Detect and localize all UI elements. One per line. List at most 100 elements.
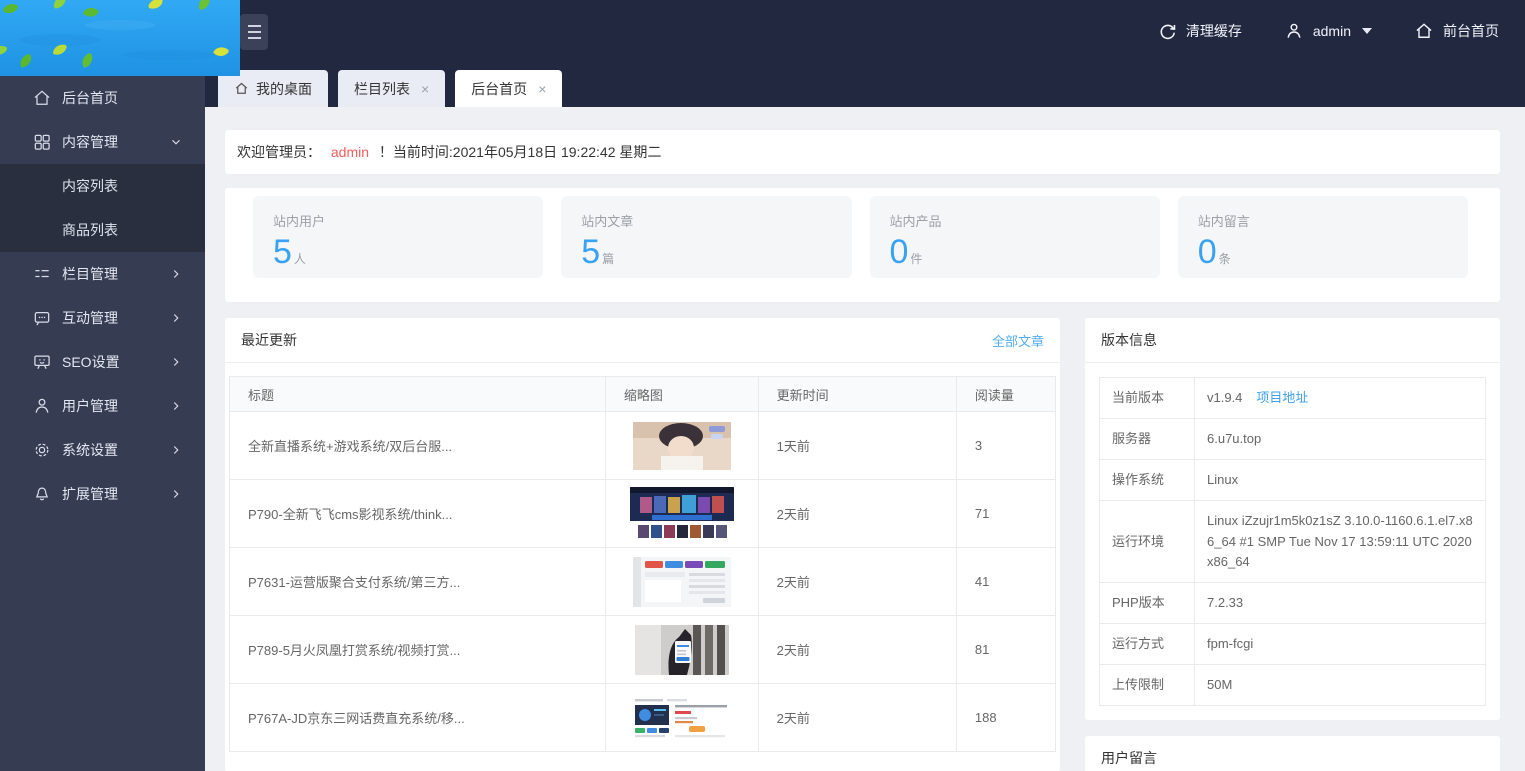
sidebar-item-product-list[interactable]: 商品列表 xyxy=(0,208,205,252)
sidebar-item-settings[interactable]: 系统设置 xyxy=(0,428,205,472)
table-row[interactable]: 全新直播系统+游戏系统/双后台服... xyxy=(230,412,1056,480)
front-home-button[interactable]: 前台首页 xyxy=(1414,21,1499,41)
sidebar-item-content-list[interactable]: 内容列表 xyxy=(0,164,205,208)
table-row[interactable]: P789-5月火凤凰打赏系统/视频打赏... xyxy=(230,616,1056,684)
chevron-right-icon xyxy=(169,311,183,325)
sidebar-item-dashboard[interactable]: 后台首页 xyxy=(0,76,205,120)
sidebar-item-label: 内容列表 xyxy=(62,176,118,196)
tab-backend-home[interactable]: 后台首页 × xyxy=(455,70,562,107)
close-icon[interactable]: × xyxy=(421,82,429,96)
sidebar-item-label: 内容管理 xyxy=(62,132,118,152)
stat-value: 5 xyxy=(273,234,292,271)
article-views: 71 xyxy=(956,480,1055,548)
welcome-username: admin xyxy=(325,144,375,160)
recent-updates-panel: 最近更新 全部文章 标题 缩略图 更新时间 阅读量 全新直播 xyxy=(225,318,1060,771)
article-title: 全新直播系统+游戏系统/双后台服... xyxy=(230,412,606,480)
article-views: 3 xyxy=(956,412,1055,480)
table-row: 运行方式 fpm-fcgi xyxy=(1100,623,1486,664)
sidebar-item-columns[interactable]: 栏目管理 xyxy=(0,252,205,296)
column-header-views: 阅读量 xyxy=(956,377,1055,412)
stat-card-messages: 站内留言 0条 xyxy=(1178,196,1468,278)
stat-card-products: 站内产品 0件 xyxy=(870,196,1160,278)
sidebar-item-label: SEO设置 xyxy=(62,352,120,372)
version-label: 上传限制 xyxy=(1100,665,1195,706)
admin-app: 清理缓存 admin 前台首页 xyxy=(0,0,1525,771)
stat-card-users: 站内用户 5人 xyxy=(253,196,543,278)
version-value: Linux xyxy=(1195,460,1486,501)
sidebar-submenu-content: 内容列表 商品列表 xyxy=(0,164,205,252)
home-icon xyxy=(1414,21,1434,41)
chevron-right-icon xyxy=(169,355,183,369)
table-row: 操作系统 Linux xyxy=(1100,460,1486,501)
article-time: 2天前 xyxy=(758,616,956,684)
sidebar: 后台首页 内容管理 内容列表 商品列表 xyxy=(0,76,205,771)
gear-icon xyxy=(31,439,53,461)
user-messages-panel: 用户留言 xyxy=(1085,736,1500,771)
chevron-down-icon xyxy=(1362,28,1372,34)
thumbnail-image xyxy=(633,422,731,470)
list-icon xyxy=(31,263,53,285)
version-info-table: 当前版本 v1.9.4 项目地址 服务器 6.u7u.top 操作系统 Linux xyxy=(1099,377,1486,706)
welcome-bar: 欢迎管理员： admin ！当前时间:2021年05月18日 19:22:42 … xyxy=(225,130,1500,174)
grid-icon xyxy=(31,131,53,153)
version-label: 当前版本 xyxy=(1100,378,1195,419)
version-label: 服务器 xyxy=(1100,419,1195,460)
site-logo[interactable] xyxy=(0,0,240,76)
tab-label: 后台首页 xyxy=(471,79,527,99)
user-icon xyxy=(31,395,53,417)
article-views: 41 xyxy=(956,548,1055,616)
table-row: 上传限制 50M xyxy=(1100,665,1486,706)
sidebar-item-seo[interactable]: SEO设置 xyxy=(0,340,205,384)
version-value: fpm-fcgi xyxy=(1195,623,1486,664)
version-value: v1.9.4 xyxy=(1207,390,1242,405)
user-menu[interactable]: admin xyxy=(1284,21,1372,41)
version-value: 50M xyxy=(1195,665,1486,706)
sidebar-item-content[interactable]: 内容管理 xyxy=(0,120,205,164)
article-time: 1天前 xyxy=(758,412,956,480)
project-url-link[interactable]: 项目地址 xyxy=(1256,390,1308,405)
panel-title: 最近更新 xyxy=(241,330,297,350)
stat-unit: 篇 xyxy=(602,252,614,266)
sidebar-item-label: 互动管理 xyxy=(62,308,118,328)
chevron-right-icon xyxy=(169,443,183,457)
sidebar-item-label: 用户管理 xyxy=(62,396,118,416)
sidebar-item-label: 扩展管理 xyxy=(62,484,118,504)
presentation-icon xyxy=(31,351,53,373)
stat-unit: 条 xyxy=(1219,252,1231,266)
article-title: P767A-JD京东三网话费直充系统/移... xyxy=(230,684,606,752)
sidebar-item-users[interactable]: 用户管理 xyxy=(0,384,205,428)
sidebar-item-extensions[interactable]: 扩展管理 xyxy=(0,472,205,516)
article-views: 188 xyxy=(956,684,1055,752)
version-label: 运行环境 xyxy=(1100,501,1195,582)
table-row: 服务器 6.u7u.top xyxy=(1100,419,1486,460)
sidebar-item-label: 栏目管理 xyxy=(62,264,118,284)
version-value: 7.2.33 xyxy=(1195,582,1486,623)
table-row: 运行环境 Linux iZzujr1m5k0z1sZ 3.10.0-1160.6… xyxy=(1100,501,1486,582)
clear-cache-button[interactable]: 清理缓存 xyxy=(1158,21,1242,41)
all-articles-link[interactable]: 全部文章 xyxy=(992,331,1044,350)
table-row: PHP版本 7.2.33 xyxy=(1100,582,1486,623)
sidebar-item-interaction[interactable]: 互动管理 xyxy=(0,296,205,340)
home-icon xyxy=(31,87,53,109)
sidebar-collapse-button[interactable] xyxy=(240,14,268,50)
table-row[interactable]: P7631-运营版聚合支付系统/第三方... xyxy=(230,548,1056,616)
sidebar-item-label: 商品列表 xyxy=(62,220,118,240)
stat-label: 站内产品 xyxy=(890,211,1140,230)
tab-label: 我的桌面 xyxy=(256,79,312,99)
user-icon xyxy=(1284,21,1304,41)
version-info-panel: 版本信息 当前版本 v1.9.4项目地址 服务器 6.u7u.top xyxy=(1085,318,1500,720)
close-icon[interactable]: × xyxy=(538,82,546,96)
chevron-down-icon xyxy=(169,135,183,149)
panel-title: 用户留言 xyxy=(1101,748,1157,768)
version-value: 6.u7u.top xyxy=(1195,419,1486,460)
table-row[interactable]: P767A-JD京东三网话费直充系统/移... xyxy=(230,684,1056,752)
tab-column-list[interactable]: 栏目列表 × xyxy=(338,70,445,107)
article-title: P7631-运营版聚合支付系统/第三方... xyxy=(230,548,606,616)
front-home-label: 前台首页 xyxy=(1443,21,1499,41)
stat-label: 站内留言 xyxy=(1198,211,1448,230)
welcome-prefix: 欢迎管理员： xyxy=(237,144,321,160)
table-row[interactable]: P790-全新飞飞cms影视系统/think... xyxy=(230,480,1056,548)
chevron-right-icon xyxy=(169,487,183,501)
stats-panel: 站内用户 5人 站内文章 5篇 站内产品 0件 站内留言 0条 xyxy=(225,188,1500,302)
column-header-title: 标题 xyxy=(230,377,606,412)
